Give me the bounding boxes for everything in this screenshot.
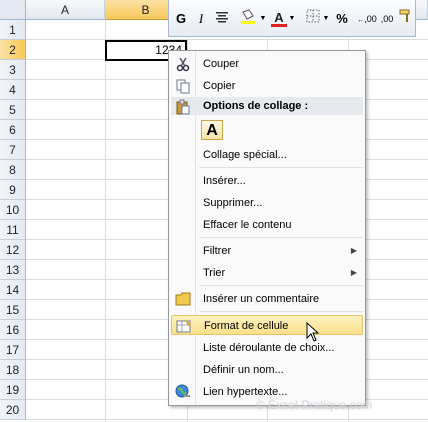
copy-icon: [175, 78, 191, 94]
row-header-18[interactable]: 18: [0, 360, 26, 380]
row-header-13[interactable]: 13: [0, 260, 26, 280]
row-header-7[interactable]: 7: [0, 140, 26, 160]
menu-item-copy[interactable]: Copier: [171, 76, 363, 96]
row-header-11[interactable]: 11: [0, 220, 26, 240]
menu-item-clear-contents-label: Effacer le contenu: [203, 219, 292, 231]
paste-options-header: Options de collage :: [171, 97, 363, 115]
borders-icon[interactable]: [305, 9, 321, 29]
paste-icon: [175, 99, 191, 115]
row-header-19[interactable]: 19: [0, 380, 26, 400]
comment-icon: [175, 291, 191, 307]
row-header-12[interactable]: 12: [0, 240, 26, 260]
row-header-4[interactable]: 4: [0, 80, 26, 100]
mouse-pointer-icon: [306, 321, 320, 345]
row-header-16[interactable]: 16: [0, 320, 26, 340]
row-header-10[interactable]: 10: [0, 200, 26, 220]
menu-item-insert[interactable]: Insérer...: [171, 171, 363, 191]
bold-button[interactable]: G: [173, 9, 189, 29]
submenu-arrow-icon: ▶: [350, 246, 357, 255]
menu-item-filter[interactable]: Filtrer ▶: [171, 241, 363, 261]
menu-separator: [199, 285, 363, 286]
menu-item-filter-label: Filtrer: [203, 245, 232, 257]
decrease-decimal-button[interactable]: ,00: [375, 9, 399, 29]
mini-toolbar: G I ▼ A ▼ ▼ % ←,00 ,00: [168, 0, 416, 37]
menu-separator: [199, 311, 363, 312]
align-center-icon[interactable]: [213, 9, 231, 29]
gridline: [26, 39, 428, 40]
row-header-1[interactable]: 1: [0, 20, 26, 40]
menu-item-define-name-label: Définir un nom...: [203, 364, 284, 376]
menu-item-delete-label: Supprimer...: [203, 197, 263, 209]
row-header-15[interactable]: 15: [0, 300, 26, 320]
menu-separator: [199, 237, 363, 238]
row-header-2[interactable]: 2: [0, 40, 26, 60]
row-header-3[interactable]: 3: [0, 60, 26, 80]
italic-button[interactable]: I: [193, 9, 209, 29]
font-color-dropdown-icon[interactable]: ▼: [288, 9, 296, 29]
menu-item-cut[interactable]: Couper: [171, 54, 363, 74]
menu-item-insert-label: Insérer...: [203, 175, 246, 187]
format-painter-icon[interactable]: [397, 9, 413, 29]
scissors-icon: [175, 56, 191, 72]
menu-item-insert-comment[interactable]: Insérer un commentaire: [171, 289, 363, 309]
menu-item-format-cells-label: Format de cellule: [204, 320, 289, 332]
menu-separator: [199, 167, 363, 168]
menu-item-dropdown-list[interactable]: Liste déroulante de choix...: [171, 338, 363, 358]
percent-button[interactable]: %: [335, 9, 349, 29]
borders-dropdown-icon[interactable]: ▼: [322, 9, 330, 29]
paste-options-label: Options de collage :: [203, 100, 309, 112]
row-header-5[interactable]: 5: [0, 100, 26, 120]
menu-item-delete[interactable]: Supprimer...: [171, 193, 363, 213]
context-menu: Couper Copier Options de collage : A Col…: [168, 50, 366, 406]
column-header-a[interactable]: A: [26, 0, 105, 20]
menu-item-copy-label: Copier: [203, 80, 236, 92]
fill-dropdown-icon[interactable]: ▼: [259, 9, 267, 29]
menu-item-cut-label: Couper: [203, 58, 240, 70]
paste-values-button[interactable]: A: [201, 120, 223, 140]
submenu-arrow-icon: ▶: [350, 268, 357, 277]
menu-item-sort-label: Trier: [203, 267, 226, 279]
hyperlink-globe-icon: [175, 384, 191, 400]
font-color-button[interactable]: A: [271, 9, 287, 27]
menu-item-paste-special-label: Collage spécial...: [203, 149, 287, 161]
watermark: © Excel-Pratique.com: [256, 398, 373, 412]
select-all-corner[interactable]: [0, 0, 26, 20]
row-header-8[interactable]: 8: [0, 160, 26, 180]
menu-item-define-name[interactable]: Définir un nom...: [171, 360, 363, 380]
row-header-9[interactable]: 9: [0, 180, 26, 200]
row-header-20[interactable]: 20: [0, 400, 26, 420]
menu-item-paste-special[interactable]: Collage spécial...: [171, 145, 363, 165]
decrease-decimal-label: ,00: [380, 14, 394, 24]
fill-color-icon[interactable]: [237, 9, 259, 29]
menu-item-clear-contents[interactable]: Effacer le contenu: [171, 215, 363, 235]
row-header-17[interactable]: 17: [0, 340, 26, 360]
gridline: [105, 20, 106, 422]
menu-item-format-cells[interactable]: Format de cellule: [171, 315, 363, 335]
menu-item-insert-comment-label: Insérer un commentaire: [203, 293, 320, 305]
gridline: [26, 419, 428, 420]
menu-item-sort[interactable]: Trier ▶: [171, 263, 363, 283]
format-cells-icon: [176, 318, 192, 334]
row-header-6[interactable]: 6: [0, 120, 26, 140]
row-header-14[interactable]: 14: [0, 280, 26, 300]
